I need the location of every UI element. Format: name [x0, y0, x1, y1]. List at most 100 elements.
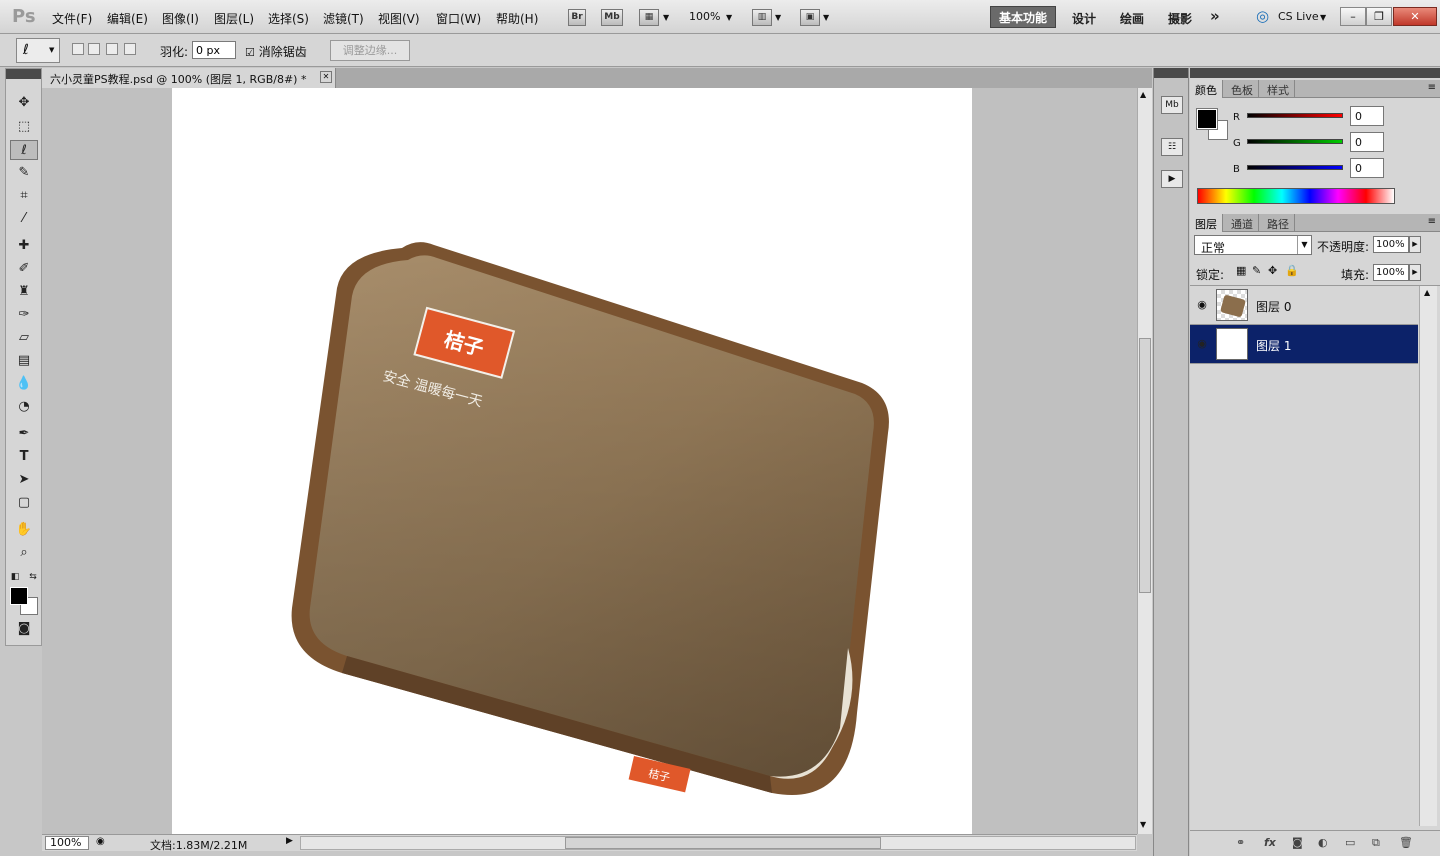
add-mask-icon[interactable]: ◙ — [1292, 836, 1303, 849]
tab-styles[interactable]: 样式 — [1262, 80, 1295, 98]
color-spectrum-bar[interactable] — [1197, 188, 1395, 204]
shape-tool[interactable]: ▢ — [10, 493, 38, 513]
scroll-up-icon[interactable]: ▲ — [1424, 288, 1430, 297]
chevron-down-icon[interactable]: ▼ — [1320, 13, 1326, 22]
layers-scrollbar[interactable]: ▲ — [1419, 286, 1437, 826]
move-tool[interactable]: ✥ — [10, 93, 38, 113]
chevron-down-icon[interactable]: ▼ — [823, 13, 829, 22]
zoom-level[interactable]: 100% — [689, 10, 720, 23]
menu-file[interactable]: 文件(F) — [52, 10, 92, 27]
quick-mask-button[interactable]: ◙ — [10, 619, 38, 639]
layer-name[interactable]: 图层 0 — [1256, 298, 1291, 315]
link-layers-icon[interactable]: ⚭ — [1236, 836, 1245, 849]
document-canvas[interactable]: 桔子 安全 温暖每一天 桔子 — [172, 88, 972, 834]
scroll-up-icon[interactable]: ▲ — [1140, 90, 1146, 99]
clone-stamp-tool[interactable]: ♜ — [10, 282, 38, 302]
vertical-scroll-thumb[interactable] — [1139, 338, 1151, 593]
tool-preset-picker[interactable]: ℓ ▼ — [16, 38, 60, 63]
pen-tool[interactable]: ✒ — [10, 424, 38, 444]
antialias-checkbox[interactable]: ☑ 消除锯齿 — [245, 43, 307, 60]
menu-window[interactable]: 窗口(W) — [436, 10, 481, 27]
lock-pixels-icon[interactable]: ✎ — [1252, 264, 1261, 277]
chevron-down-icon[interactable]: ▼ — [663, 13, 669, 22]
view-extras-button[interactable]: ▦ — [639, 9, 659, 26]
red-slider[interactable] — [1247, 113, 1343, 118]
green-slider[interactable] — [1247, 139, 1343, 144]
green-value[interactable]: 0 — [1350, 132, 1384, 152]
history-panel-button[interactable]: ☷ — [1161, 138, 1183, 156]
tab-layers[interactable]: 图层 — [1190, 214, 1223, 232]
red-value[interactable]: 0 — [1350, 106, 1384, 126]
menu-select[interactable]: 选择(S) — [268, 10, 309, 27]
layer-row[interactable]: ◉ 图层 1 — [1190, 325, 1418, 364]
scroll-down-icon[interactable]: ▼ — [1140, 820, 1146, 829]
minimize-button[interactable]: – — [1340, 7, 1366, 26]
cs-live-button[interactable]: CS Live — [1278, 10, 1319, 23]
eye-icon[interactable]: ◉ — [1195, 337, 1209, 350]
path-select-tool[interactable]: ➤ — [10, 470, 38, 490]
panel-group-header[interactable] — [1190, 68, 1440, 78]
menu-filter[interactable]: 滤镜(T) — [323, 10, 364, 27]
color-panel-foreground[interactable] — [1196, 108, 1218, 130]
zoom-tool[interactable]: ⌕ — [10, 543, 38, 563]
eye-icon[interactable]: ◉ — [1195, 298, 1209, 311]
adjustment-layer-icon[interactable]: ◐ — [1318, 836, 1328, 849]
chevron-down-icon[interactable]: ▼ — [726, 13, 732, 22]
close-button[interactable]: ✕ — [1393, 7, 1437, 26]
foreground-color[interactable] — [10, 587, 28, 605]
lock-all-icon[interactable]: 🔒 — [1285, 264, 1299, 277]
workspace-painting[interactable]: 绘画 — [1120, 10, 1144, 27]
mini-bridge-panel-button[interactable]: Mb — [1161, 96, 1183, 114]
tab-color[interactable]: 颜色 — [1190, 80, 1223, 98]
quick-select-tool[interactable]: ✎ — [10, 163, 38, 183]
toolbox-header[interactable] — [6, 69, 41, 79]
new-layer-icon[interactable]: ⧉ — [1372, 836, 1380, 850]
actions-panel-button[interactable]: ▶ — [1161, 170, 1183, 188]
tab-channels[interactable]: 通道 — [1226, 214, 1259, 232]
new-group-icon[interactable]: ▭ — [1345, 836, 1355, 849]
menu-layer[interactable]: 图层(L) — [214, 10, 254, 27]
eyedropper-tool[interactable]: ⁄ — [10, 209, 38, 229]
opacity-input[interactable]: 100% — [1373, 236, 1409, 253]
status-zoom-field[interactable]: 100% — [45, 836, 89, 850]
menu-help[interactable]: 帮助(H) — [496, 10, 538, 27]
menu-image[interactable]: 图像(I) — [162, 10, 199, 27]
blue-value[interactable]: 0 — [1350, 158, 1384, 178]
healing-brush-tool[interactable]: ✚ — [10, 236, 38, 256]
history-brush-tool[interactable]: ✑ — [10, 305, 38, 325]
workspace-more[interactable]: » — [1210, 7, 1220, 25]
lock-position-icon[interactable]: ✥ — [1268, 264, 1277, 277]
restore-button[interactable]: ❐ — [1366, 7, 1392, 26]
marquee-tool[interactable]: ⬚ — [10, 117, 38, 137]
screen-mode-button[interactable]: ▣ — [800, 9, 820, 26]
feather-input[interactable] — [192, 41, 236, 59]
document-tab[interactable]: 六小灵童PS教程.psd @ 100% (图层 1, RGB/8#) * ✕ — [42, 68, 336, 88]
status-menu-icon[interactable]: ◉ — [96, 836, 105, 847]
chevron-down-icon[interactable]: ▼ — [775, 13, 781, 22]
layer-name[interactable]: 图层 1 — [1256, 337, 1291, 354]
lock-transparency-icon[interactable]: ▦ — [1236, 264, 1246, 277]
blur-tool[interactable]: 💧 — [10, 374, 38, 394]
gradient-tool[interactable]: ▤ — [10, 351, 38, 371]
horizontal-scrollbar[interactable] — [300, 836, 1136, 850]
refine-edge-button[interactable]: 调整边缘... — [330, 40, 410, 61]
status-arrow-icon[interactable]: ▶ — [286, 836, 293, 846]
horizontal-scroll-thumb[interactable] — [565, 837, 881, 849]
type-tool[interactable]: T — [10, 447, 38, 467]
eraser-tool[interactable]: ▱ — [10, 328, 38, 348]
panel-menu-icon[interactable]: ≡ — [1428, 216, 1436, 227]
fill-slider-button[interactable]: ▶ — [1409, 264, 1421, 281]
fx-icon[interactable]: fx — [1264, 836, 1276, 849]
panel-menu-icon[interactable]: ≡ — [1428, 82, 1436, 93]
crop-tool[interactable]: ⌗ — [10, 186, 38, 206]
intersect-selection-mode[interactable] — [124, 43, 136, 55]
hand-tool[interactable]: ✋ — [10, 520, 38, 540]
dodge-tool[interactable]: ◔ — [10, 397, 38, 417]
blend-mode-select[interactable]: 正常 ▼ — [1194, 235, 1312, 255]
workspace-design[interactable]: 设计 — [1072, 10, 1096, 27]
canvas-area[interactable]: 桔子 安全 温暖每一天 桔子 — [42, 88, 1137, 834]
default-colors-button[interactable]: ◧ — [8, 567, 22, 587]
menu-edit[interactable]: 编辑(E) — [107, 10, 148, 27]
dock-strip-header[interactable] — [1154, 68, 1188, 78]
trash-icon[interactable]: 🗑 — [1399, 836, 1413, 849]
